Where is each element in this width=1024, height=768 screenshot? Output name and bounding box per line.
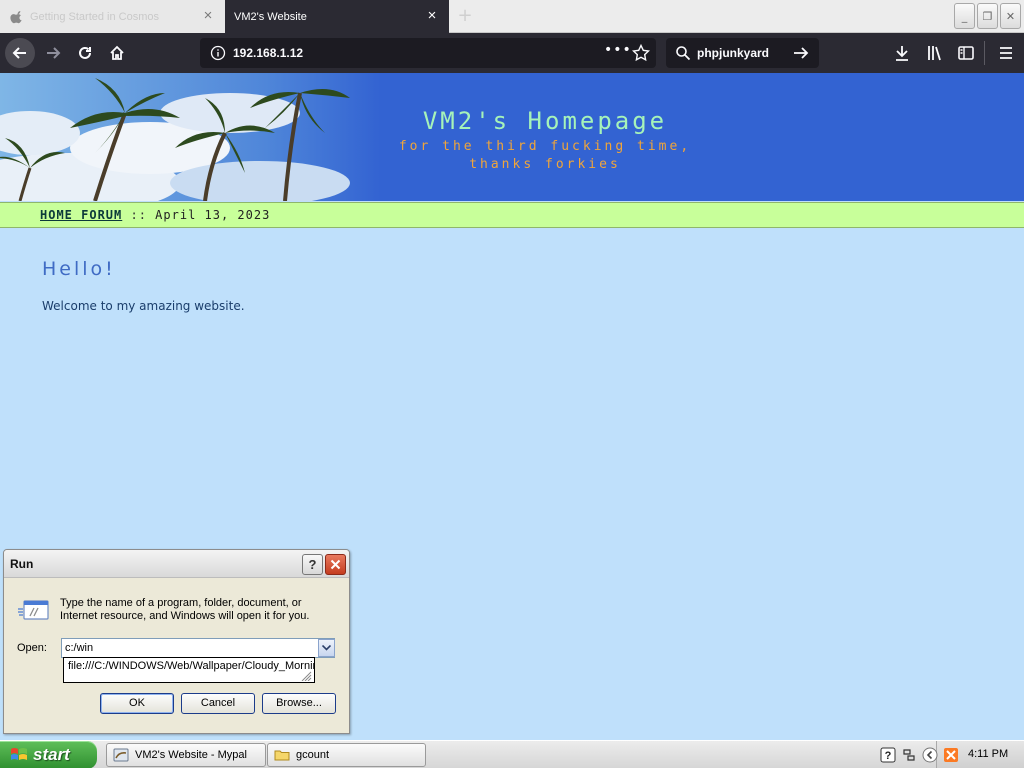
back-button[interactable] bbox=[5, 38, 35, 68]
windows-flag-icon bbox=[11, 748, 27, 760]
tab-close-icon[interactable]: × bbox=[425, 8, 439, 23]
close-button[interactable] bbox=[325, 554, 346, 575]
site-title: VM2's Homepage bbox=[422, 107, 668, 135]
start-button[interactable]: start bbox=[0, 741, 97, 768]
site-nav: HOME FORUM :: April 13, 2023 bbox=[40, 208, 270, 222]
url-text[interactable]: 192.168.1.12 bbox=[233, 46, 303, 60]
browse-button[interactable]: Browse... bbox=[262, 693, 336, 714]
autocomplete-suggestion[interactable]: file:///C:/WINDOWS/Web/Wallpaper/Cloudy_… bbox=[63, 657, 315, 683]
run-dialog-description: Type the name of a program, folder, docu… bbox=[60, 597, 310, 622]
back-arrow-icon bbox=[12, 47, 26, 59]
menu-icon[interactable] bbox=[996, 43, 1016, 63]
reload-button[interactable] bbox=[70, 38, 100, 68]
new-tab-icon[interactable]: + bbox=[455, 6, 475, 26]
nav-toolbar: 192.168.1.12 ••• phpjunkyard bbox=[0, 33, 1024, 73]
sidebar-icon[interactable] bbox=[956, 43, 976, 63]
nav-date: April 13, 2023 bbox=[155, 208, 271, 222]
downloads-icon[interactable] bbox=[892, 43, 912, 63]
tab-close-icon[interactable]: × bbox=[201, 8, 215, 23]
minimize-button[interactable]: _ bbox=[954, 3, 975, 29]
library-icon[interactable] bbox=[925, 43, 945, 63]
svg-text:?: ? bbox=[885, 750, 892, 762]
close-window-button[interactable]: ✕ bbox=[1000, 3, 1021, 29]
tab-label: VM2's Website bbox=[234, 10, 307, 23]
taskbar-item-label: gcount bbox=[296, 749, 330, 761]
resize-grip-icon[interactable] bbox=[300, 671, 312, 681]
browser-icon bbox=[113, 748, 129, 762]
screen: Getting Started in Cosmos × VM2's Websit… bbox=[0, 0, 1024, 768]
open-dropdown-button[interactable] bbox=[318, 639, 335, 657]
cancel-button[interactable]: Cancel bbox=[181, 693, 255, 714]
run-dialog-title: Run bbox=[10, 557, 34, 571]
site-subtitle: for the third fucking time, thanks forki… bbox=[398, 139, 692, 172]
toolbar-divider bbox=[984, 41, 985, 65]
taskbar-item-browser[interactable]: VM2's Website - Mypal bbox=[106, 743, 266, 767]
xampp-tray-icon[interactable] bbox=[943, 747, 959, 763]
home-icon bbox=[110, 45, 124, 60]
info-icon[interactable] bbox=[210, 45, 226, 61]
close-icon bbox=[330, 559, 341, 570]
taskbar-item-folder[interactable]: gcount bbox=[267, 743, 426, 767]
chevron-down-icon bbox=[322, 645, 331, 651]
search-go-icon[interactable] bbox=[792, 44, 810, 62]
search-icon bbox=[676, 46, 691, 61]
tray-collapse-icon[interactable] bbox=[922, 747, 938, 763]
restore-button[interactable]: ❐ bbox=[977, 3, 998, 29]
open-label: Open: bbox=[17, 642, 47, 654]
tab-inactive[interactable]: Getting Started in Cosmos × bbox=[0, 0, 225, 33]
site-nav-strip: HOME FORUM :: April 13, 2023 bbox=[0, 202, 1024, 228]
help-tray-icon[interactable]: ? bbox=[880, 747, 896, 763]
network-tray-icon[interactable] bbox=[901, 747, 917, 763]
search-input[interactable]: phpjunkyard bbox=[697, 46, 769, 60]
window-controls: _ ❐ ✕ bbox=[954, 3, 1021, 29]
taskbar: start VM2's Website - Mypal gcount ? 4:1… bbox=[0, 740, 1024, 768]
apple-icon bbox=[10, 10, 22, 23]
site-header: VM2's Homepage for the third fucking tim… bbox=[0, 73, 1024, 201]
taskbar-item-label: VM2's Website - Mypal bbox=[135, 749, 247, 761]
home-forum-link[interactable]: HOME FORUM bbox=[40, 208, 122, 222]
nav-separator: :: bbox=[130, 208, 147, 222]
run-dialog-titlebar[interactable]: Run ? bbox=[4, 550, 349, 578]
clock: 4:11 PM bbox=[968, 748, 1009, 760]
welcome-text: Welcome to my amazing website. bbox=[42, 299, 245, 313]
bookmark-star-icon[interactable] bbox=[632, 44, 650, 62]
tab-active[interactable]: VM2's Website × bbox=[225, 0, 449, 33]
page-heading: Hello! bbox=[42, 258, 116, 280]
url-bar[interactable]: 192.168.1.12 ••• bbox=[200, 38, 656, 68]
run-dialog: Run ? Type the name of a program, folder… bbox=[3, 549, 350, 734]
ok-button[interactable]: OK bbox=[100, 693, 174, 714]
forward-button[interactable] bbox=[38, 38, 68, 68]
tab-strip: Getting Started in Cosmos × VM2's Websit… bbox=[0, 0, 1024, 33]
tab-label: Getting Started in Cosmos bbox=[30, 10, 160, 23]
start-label: start bbox=[33, 745, 70, 764]
reload-icon bbox=[79, 46, 91, 59]
folder-icon bbox=[274, 750, 290, 761]
run-program-icon bbox=[18, 600, 49, 620]
help-button[interactable]: ? bbox=[302, 554, 323, 575]
search-bar[interactable]: phpjunkyard bbox=[666, 38, 819, 68]
page-actions-icon[interactable]: ••• bbox=[604, 42, 632, 58]
open-input[interactable]: c:/win bbox=[61, 638, 335, 658]
home-button[interactable] bbox=[102, 38, 132, 68]
palm-tree-banner-image bbox=[0, 73, 380, 201]
forward-arrow-icon bbox=[47, 47, 61, 59]
